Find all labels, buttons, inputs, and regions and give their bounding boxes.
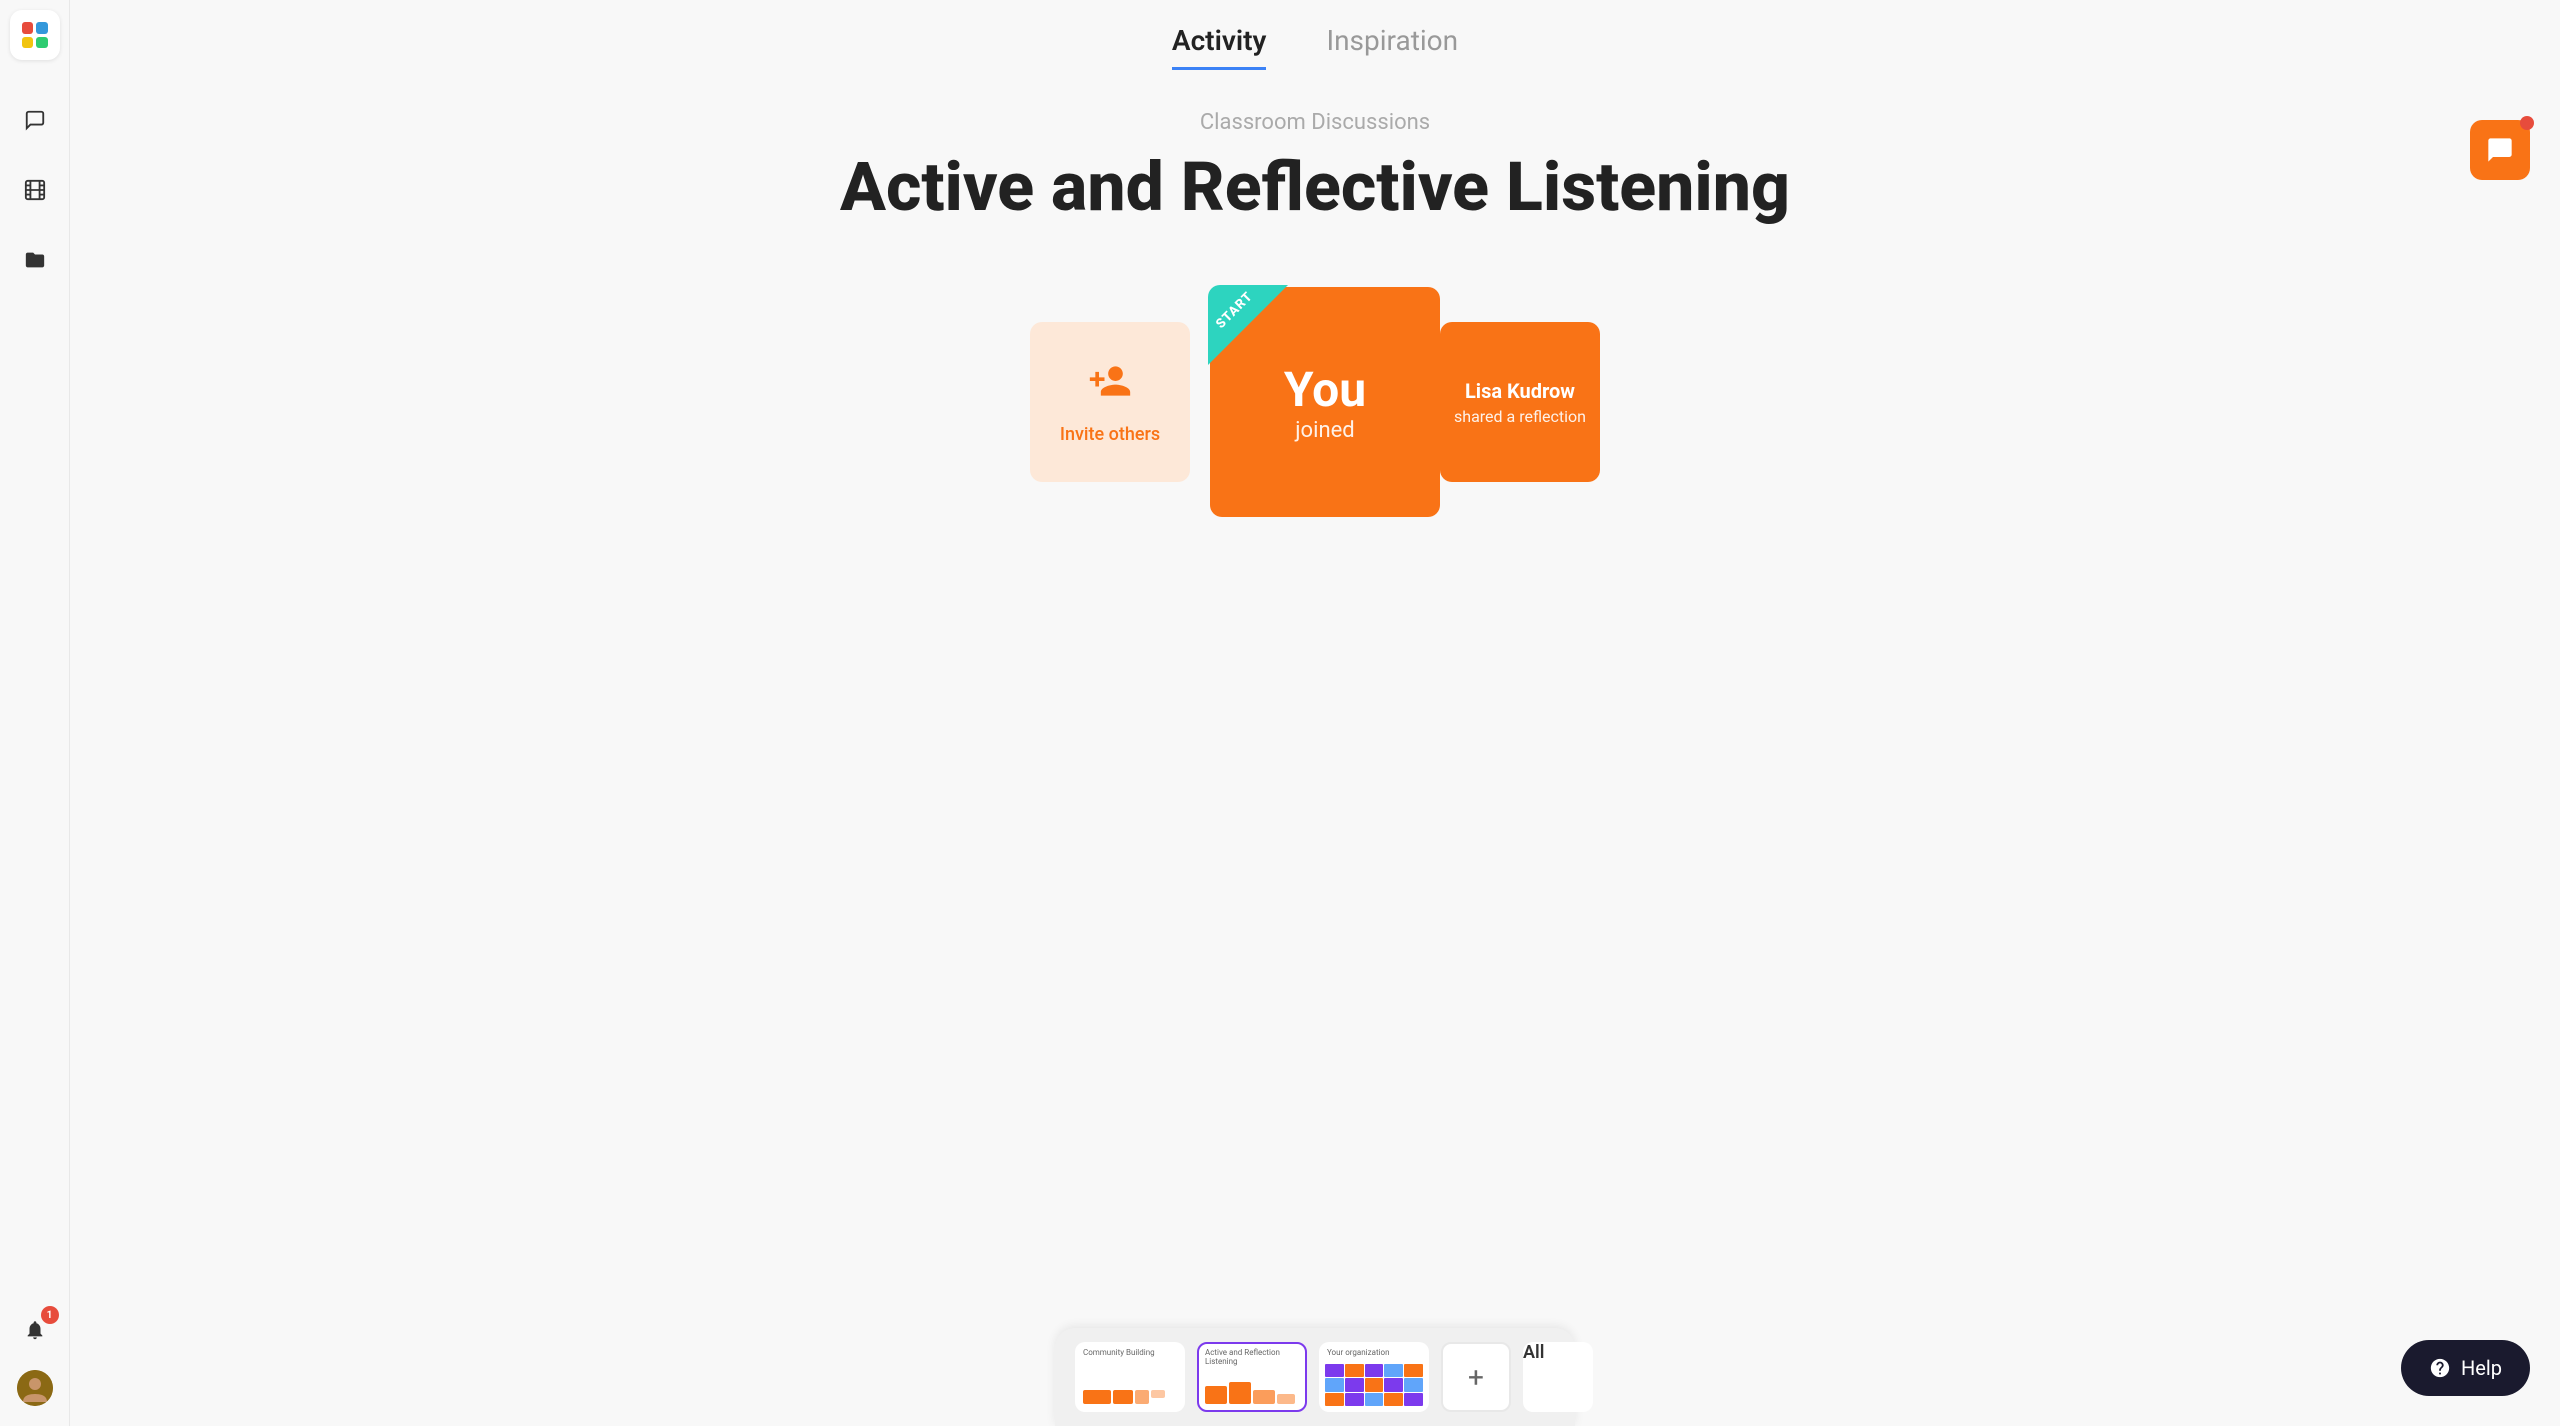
add-slide-button[interactable]: + <box>1441 1342 1511 1412</box>
logo-dot-blue <box>36 22 48 34</box>
avatar[interactable] <box>17 1370 53 1406</box>
help-icon <box>2429 1357 2451 1379</box>
notification-wrapper: 1 <box>15 1310 55 1350</box>
logo-dot-yellow <box>22 37 34 49</box>
main-title: Active and Reflective Listening <box>840 147 1790 227</box>
you-joined-text: joined <box>1295 418 1354 443</box>
slide-2-title: Active and Reflection Listening <box>1205 1348 1305 1366</box>
slide-1-inner: Community Building <box>1077 1344 1183 1410</box>
you-name: You <box>1284 361 1366 418</box>
person-add-icon <box>1088 359 1132 412</box>
help-label: Help <box>2461 1356 2502 1380</box>
slide-3-title: Your organization <box>1327 1348 1390 1357</box>
lisa-action: shared a reflection <box>1454 407 1586 426</box>
chat-icon[interactable] <box>15 100 55 140</box>
help-button[interactable]: Help <box>2401 1340 2530 1396</box>
slide-thumbnail-3[interactable]: Your organization <box>1319 1342 1429 1412</box>
tabs-container: Activity Inspiration <box>1172 0 1458 70</box>
notification-badge: 1 <box>41 1306 59 1324</box>
you-joined-card[interactable]: START You joined <box>1210 287 1440 517</box>
slide-1-title: Community Building <box>1083 1348 1155 1357</box>
slide-thumbnail-2[interactable]: Active and Reflection Listening <box>1197 1342 1307 1412</box>
cards-area: Invite others START You joined Lisa Kudr… <box>965 277 1665 527</box>
tab-activity[interactable]: Activity <box>1172 24 1267 70</box>
sidebar-bottom: 1 <box>15 1310 55 1426</box>
panel-chat-button[interactable] <box>2470 120 2530 180</box>
content-area: Classroom Discussions Active and Reflect… <box>70 110 2560 1426</box>
logo-dot-red <box>22 22 34 34</box>
start-ribbon: START <box>1208 285 1288 365</box>
lisa-card[interactable]: Lisa Kudrow shared a reflection <box>1440 322 1600 482</box>
right-panel <box>2470 120 2530 180</box>
folder-icon[interactable] <box>15 240 55 280</box>
sidebar: 1 <box>0 0 70 1426</box>
bottom-toolbar: Community Building Active and Reflection… <box>1055 1328 1575 1426</box>
invite-others-card[interactable]: Invite others <box>1030 322 1190 482</box>
film-icon[interactable] <box>15 170 55 210</box>
app-logo[interactable] <box>10 10 60 60</box>
logo-dot-green <box>36 37 48 49</box>
subtitle: Classroom Discussions <box>1200 110 1430 135</box>
logo-grid <box>22 22 48 48</box>
slide-thumbnail-1[interactable]: Community Building <box>1075 1342 1185 1412</box>
tab-inspiration[interactable]: Inspiration <box>1326 24 1458 70</box>
slide-2-inner: Active and Reflection Listening <box>1199 1344 1305 1410</box>
chat-bubble-icon <box>2486 136 2514 164</box>
invite-label: Invite others <box>1060 424 1160 445</box>
slide-3-inner: Your organization <box>1321 1344 1427 1410</box>
main-content: Activity Inspiration Classroom Discussio… <box>70 0 2560 1426</box>
panel-notification-dot <box>2520 116 2534 130</box>
lisa-name: Lisa Kudrow <box>1465 379 1575 403</box>
all-slides-button[interactable]: All <box>1523 1342 1593 1412</box>
